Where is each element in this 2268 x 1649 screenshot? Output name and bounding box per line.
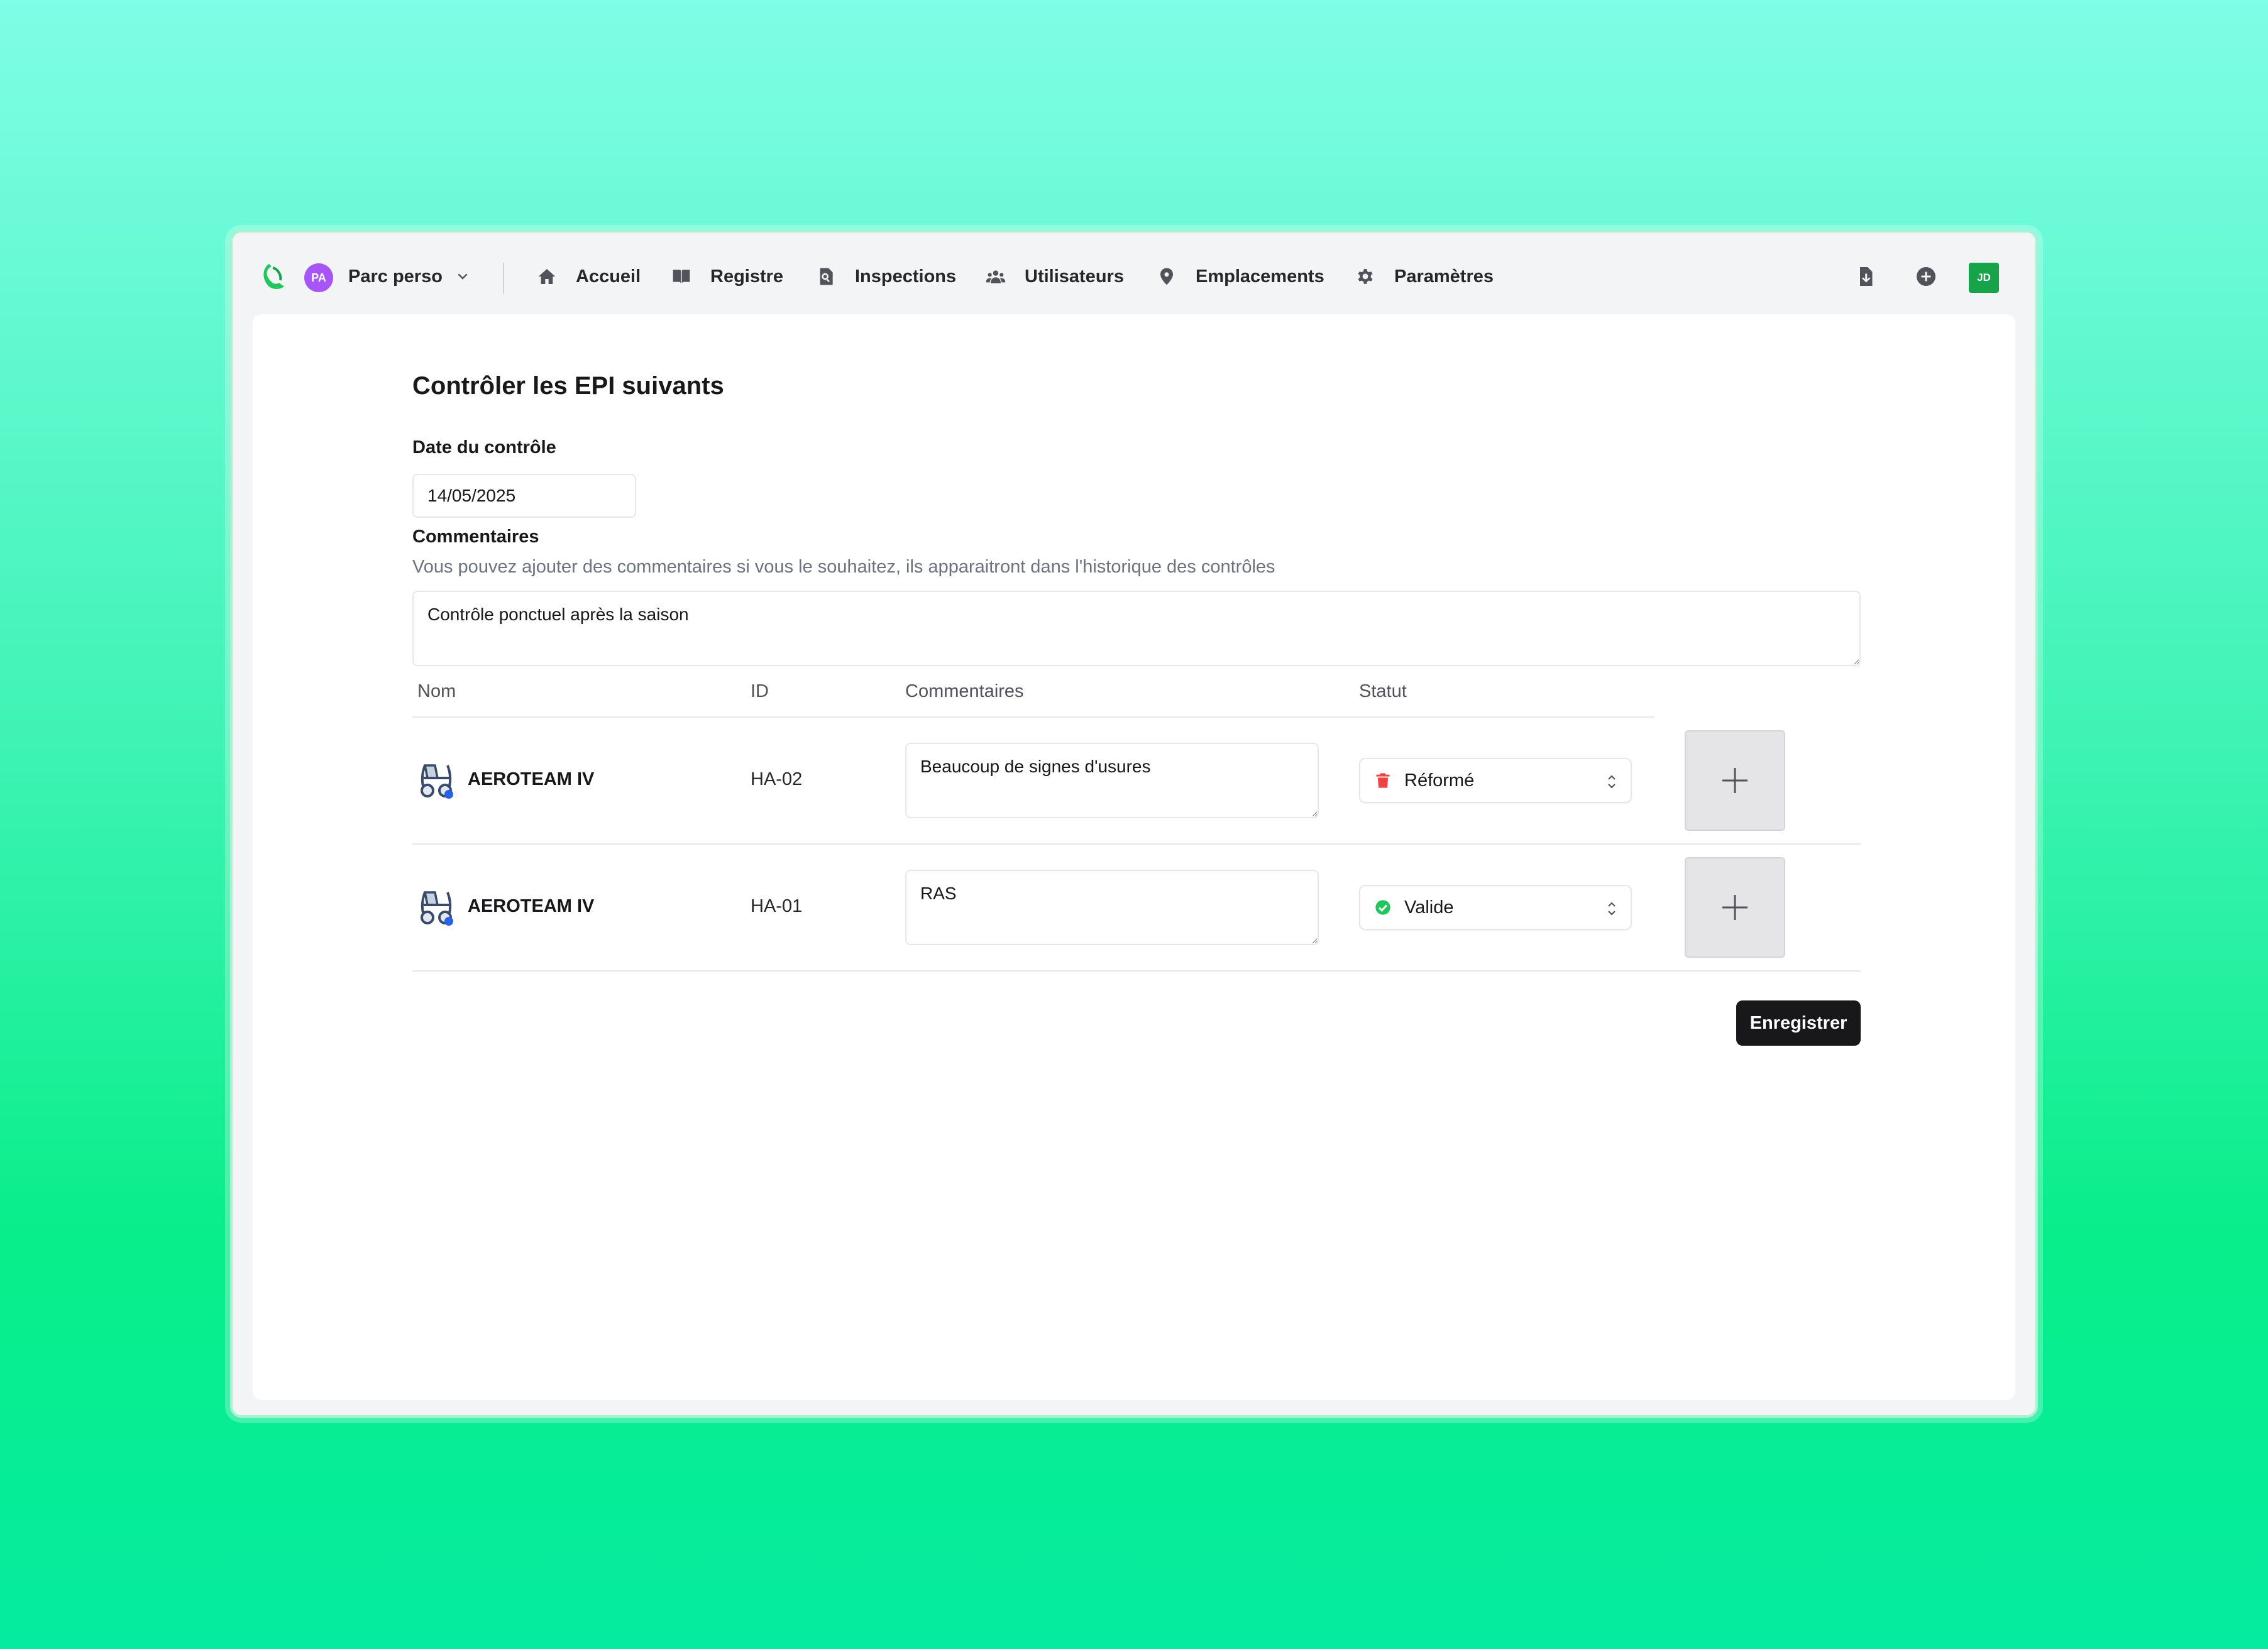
nav-item-parametres[interactable]: Paramètres bbox=[1355, 264, 1494, 289]
column-header-nom: Nom bbox=[417, 681, 456, 701]
top-navbar: PA Parc perso Accueil Registre Inspectio… bbox=[233, 233, 2035, 314]
nav-divider bbox=[503, 263, 504, 294]
status-value: Réformé bbox=[1404, 770, 1475, 791]
date-input[interactable] bbox=[412, 474, 636, 518]
status-value: Valide bbox=[1404, 897, 1454, 918]
plus-icon bbox=[1722, 768, 1748, 793]
search-document-icon bbox=[820, 268, 833, 285]
status-select[interactable]: Valide bbox=[1359, 885, 1632, 930]
column-header-statut: Statut bbox=[1359, 681, 1407, 701]
row-id: HA-02 bbox=[751, 769, 803, 789]
chevron-up-down-icon bbox=[1608, 902, 1616, 916]
row-name: AEROTEAM IV bbox=[468, 769, 595, 789]
status-select[interactable]: Réformé bbox=[1359, 758, 1632, 803]
page-title: Contrôler les EPI suivants bbox=[412, 372, 724, 400]
row-id: HA-01 bbox=[751, 896, 803, 916]
home-icon bbox=[538, 269, 556, 284]
add-photo-button[interactable] bbox=[1685, 730, 1785, 831]
plus-icon bbox=[1722, 895, 1748, 920]
map-pin-icon bbox=[1160, 268, 1173, 285]
nav-item-label: Utilisateurs bbox=[1025, 266, 1124, 287]
nav-item-label: Accueil bbox=[576, 266, 641, 287]
save-button[interactable]: Enregistrer bbox=[1736, 1000, 1861, 1046]
gear-icon bbox=[1358, 269, 1373, 284]
users-icon bbox=[986, 270, 1006, 283]
nav-item-emplacements[interactable]: Emplacements bbox=[1157, 264, 1324, 289]
row-name: AEROTEAM IV bbox=[468, 896, 595, 916]
comments-help-text: Vous pouvez ajouter des commentaires si … bbox=[412, 557, 1275, 577]
nav-item-label: Registre bbox=[710, 266, 784, 287]
global-comments-textarea[interactable]: Contrôle ponctuel après la saison bbox=[412, 591, 1861, 666]
app-window: PA Parc perso Accueil Registre Inspectio… bbox=[230, 230, 2038, 1418]
check-circle-icon bbox=[1375, 900, 1390, 915]
nav-item-inspections[interactable]: Inspections bbox=[816, 264, 956, 289]
row-comment-textarea[interactable]: RAS bbox=[905, 870, 1319, 945]
document-download-icon bbox=[1860, 267, 1873, 286]
nav-item-registre[interactable]: Registre bbox=[671, 264, 783, 289]
export-document-button[interactable] bbox=[1854, 265, 1877, 288]
app-logo-icon[interactable] bbox=[260, 261, 288, 292]
comments-label: Commentaires bbox=[412, 527, 539, 547]
date-label: Date du contrôle bbox=[412, 437, 556, 457]
add-button[interactable] bbox=[1915, 265, 1937, 288]
column-header-commentaires: Commentaires bbox=[905, 681, 1024, 701]
plus-circle-icon bbox=[1917, 267, 1936, 286]
add-photo-button[interactable] bbox=[1685, 857, 1785, 958]
nav-item-utilisateurs[interactable]: Utilisateurs bbox=[986, 264, 1124, 289]
nav-item-label: Emplacements bbox=[1196, 266, 1324, 287]
harness-icon bbox=[421, 764, 453, 799]
org-switcher-name[interactable]: Parc perso bbox=[348, 266, 443, 287]
column-header-id: ID bbox=[751, 681, 769, 701]
book-icon bbox=[673, 270, 690, 283]
harness-icon bbox=[421, 891, 453, 926]
nav-item-label: Paramètres bbox=[1394, 266, 1494, 287]
table-row: AEROTEAM IV HA-01 RAS Valide bbox=[412, 845, 1861, 970]
row-divider bbox=[412, 970, 1861, 972]
trash-icon bbox=[1376, 773, 1390, 788]
row-comment-textarea[interactable]: Beaucoup de signes d'usures bbox=[905, 743, 1319, 818]
chevron-down-icon[interactable] bbox=[455, 269, 470, 284]
org-avatar[interactable]: PA bbox=[304, 263, 333, 292]
nav-item-label: Inspections bbox=[855, 266, 957, 287]
nav-item-accueil[interactable]: Accueil bbox=[537, 264, 641, 289]
chevron-up-down-icon bbox=[1608, 775, 1616, 789]
user-avatar[interactable]: JD bbox=[1969, 263, 1999, 293]
main-content-panel: Contrôler les EPI suivants Date du contr… bbox=[253, 314, 2015, 1400]
table-row: AEROTEAM IV HA-02 Beaucoup de signes d'u… bbox=[412, 718, 1861, 843]
